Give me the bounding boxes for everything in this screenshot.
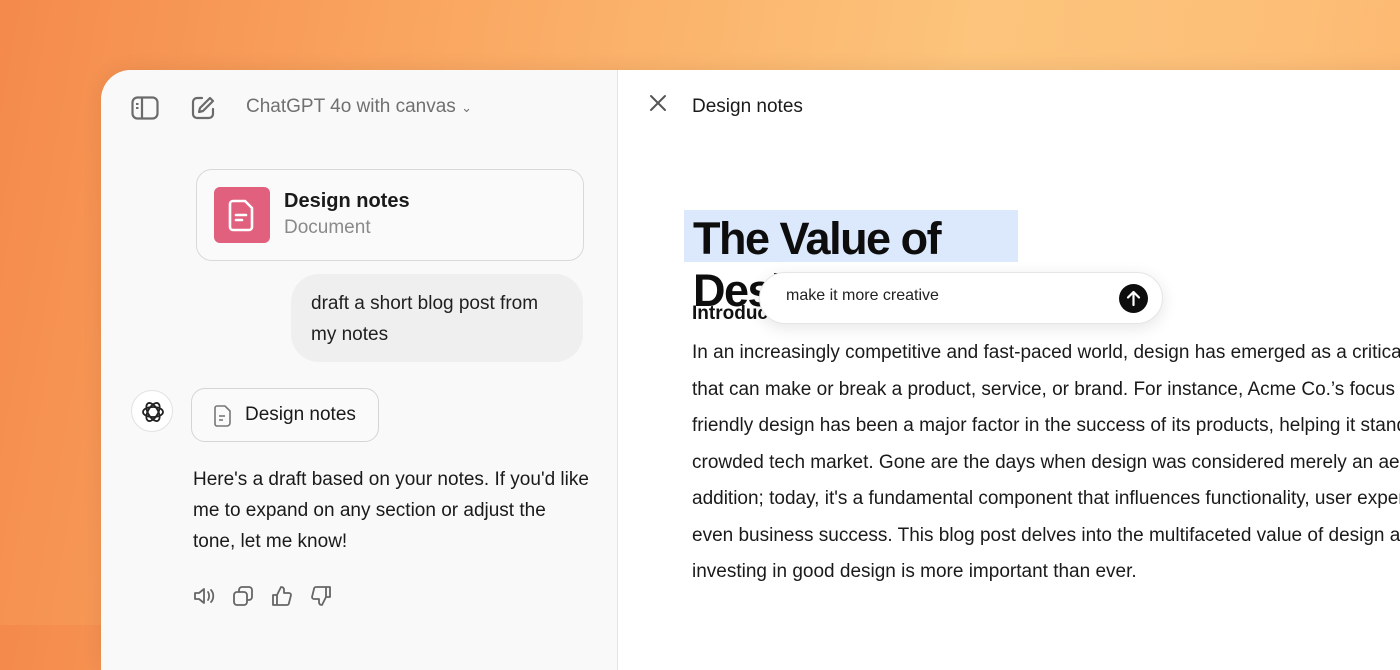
thumbs-up-icon[interactable] <box>271 585 293 607</box>
body-line: that can make or break a product, servic… <box>692 378 1400 400</box>
body-line: addition; today, it's a fundamental comp… <box>692 488 1400 509</box>
arrow-up-icon <box>1126 290 1141 307</box>
document-card[interactable]: Design notes Document <box>196 169 584 261</box>
chatgpt-logo-icon <box>131 390 173 432</box>
document-chip[interactable]: Design notes <box>191 388 379 442</box>
document-body[interactable]: In an increasingly competitive and fast-… <box>692 335 1400 591</box>
document-type: Document <box>284 217 371 238</box>
body-line: even business success. This blog post de… <box>692 524 1400 546</box>
send-button[interactable] <box>1119 284 1148 313</box>
selected-heading[interactable]: The Value of Design <box>684 210 1018 316</box>
chat-panel: ChatGPT 4o with canvas ⌄ Design notes Do… <box>101 70 618 670</box>
body-line: crowded tech market. Gone are the days w… <box>692 451 1400 473</box>
new-chat-icon[interactable] <box>190 95 216 121</box>
close-icon[interactable] <box>649 94 667 112</box>
edit-prompt-input[interactable] <box>786 287 1106 305</box>
chevron-down-icon: ⌄ <box>461 100 472 115</box>
document-chip-label: Design notes <box>245 404 356 425</box>
canvas-title: Design notes <box>692 96 803 117</box>
assistant-reply: Here's a draft based on your notes. If y… <box>193 469 589 552</box>
body-line: In an increasingly competitive and fast-… <box>692 342 1400 363</box>
copy-icon[interactable] <box>232 585 254 607</box>
document-title: Design notes <box>284 190 410 212</box>
body-line: friendly design has been a major factor … <box>692 415 1400 436</box>
thumbs-down-icon[interactable] <box>310 585 332 607</box>
model-selector[interactable]: ChatGPT 4o with canvas ⌄ <box>246 96 472 118</box>
document-icon <box>214 187 270 243</box>
user-message: draft a short blog post from my notes <box>291 274 583 362</box>
app-window: ChatGPT 4o with canvas ⌄ Design notes Do… <box>101 70 1400 670</box>
sidebar-toggle-icon[interactable] <box>131 96 159 120</box>
body-line: investing in good design is more importa… <box>692 561 1137 582</box>
document-icon <box>214 405 231 427</box>
model-label: ChatGPT 4o with canvas <box>246 96 456 117</box>
canvas-panel: Design notes The Value of Design Introdu… <box>619 70 1400 670</box>
read-aloud-icon[interactable] <box>193 585 217 607</box>
inline-edit-prompt <box>759 272 1163 324</box>
